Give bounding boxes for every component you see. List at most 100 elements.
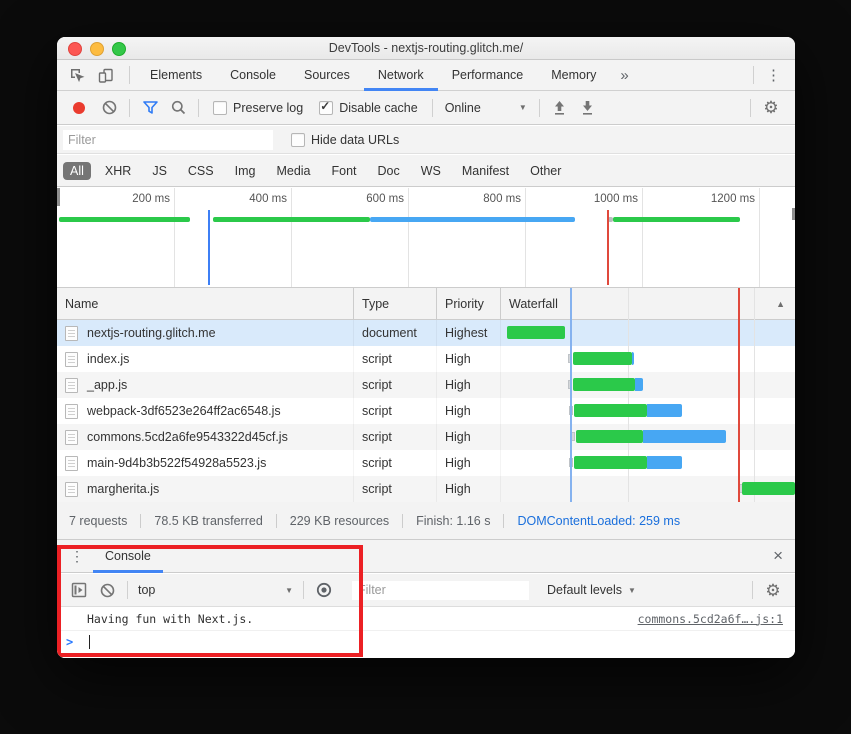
waterfall-queue-tick — [569, 406, 573, 415]
type-filter-other[interactable]: Other — [523, 162, 568, 180]
network-overview-timeline[interactable]: 200 ms400 ms600 ms800 ms1000 ms1200 ms — [57, 188, 795, 288]
console-messages: Having fun with Next.js. commons.5cd2a6f… — [57, 607, 795, 658]
traffic-lights — [68, 42, 126, 56]
window-title: DevTools - nextjs-routing.glitch.me/ — [329, 41, 524, 55]
resources-size: 229 KB resources — [277, 514, 403, 528]
column-header-name[interactable]: Name — [57, 288, 354, 319]
type-filter-font[interactable]: Font — [325, 162, 364, 180]
tab-performance[interactable]: Performance — [438, 60, 538, 91]
throttling-dropdown[interactable]: Online ▼ — [445, 101, 527, 115]
request-type: script — [354, 398, 437, 424]
request-priority: High — [437, 450, 501, 476]
network-filter-input[interactable] — [63, 130, 273, 150]
column-header-type[interactable]: Type — [354, 288, 437, 319]
devtools-tabs: ElementsConsoleSourcesNetworkPerformance… — [136, 60, 610, 91]
file-icon — [65, 326, 78, 341]
filter-funnel-icon[interactable] — [139, 97, 161, 119]
file-icon — [65, 378, 78, 393]
waterfall-blue-bar — [632, 352, 634, 365]
console-filter-input[interactable] — [352, 581, 529, 600]
overview-left-handle[interactable] — [57, 188, 60, 206]
overview-right-handle[interactable] — [792, 208, 795, 220]
type-filter-manifest[interactable]: Manifest — [455, 162, 516, 180]
close-window-button[interactable] — [68, 42, 82, 56]
preserve-log-checkbox[interactable]: Preserve log — [213, 101, 303, 115]
chevron-down-icon: ▼ — [519, 103, 527, 112]
request-priority: High — [437, 424, 501, 450]
type-filter-img[interactable]: Img — [228, 162, 263, 180]
waterfall-cell — [501, 424, 795, 450]
table-row[interactable]: margherita.jsscriptHigh — [57, 476, 795, 502]
drawer-menu-kebab-icon[interactable]: ⋮ — [57, 548, 93, 565]
chevron-down-icon: ▼ — [628, 586, 636, 595]
type-filter-all[interactable]: All — [63, 162, 91, 180]
waterfall-blue-bar — [647, 404, 682, 417]
type-filter-xhr[interactable]: XHR — [98, 162, 138, 180]
more-tabs-chevron[interactable]: » — [610, 67, 638, 84]
waterfall-blue-bar — [647, 456, 682, 469]
file-icon — [65, 456, 78, 471]
request-type-filters: All XHR JS CSS Img Media Font Doc WS Manifest Othe… — [57, 155, 795, 187]
type-filter-doc[interactable]: Doc — [371, 162, 407, 180]
request-name: commons.5cd2a6fe9543322d45cf.js — [87, 430, 288, 444]
table-row[interactable]: nextjs-routing.glitch.medocumentHighest — [57, 320, 795, 346]
table-row[interactable]: index.jsscriptHigh — [57, 346, 795, 372]
tab-network[interactable]: Network — [364, 60, 438, 91]
tab-console[interactable]: Console — [216, 60, 290, 91]
record-network-log-button[interactable] — [73, 102, 85, 114]
type-filter-ws[interactable]: WS — [414, 162, 448, 180]
main-menu-kebab-icon[interactable]: ⋮ — [760, 66, 787, 84]
clear-network-log-icon[interactable] — [98, 97, 120, 119]
column-header-waterfall[interactable]: Waterfall ▲ — [501, 288, 795, 319]
console-settings-gear-icon[interactable]: ⚙ — [762, 579, 784, 601]
zoom-window-button[interactable] — [112, 42, 126, 56]
table-row[interactable]: webpack-3df6523e264ff2ac6548.jsscriptHig… — [57, 398, 795, 424]
tab-elements[interactable]: Elements — [136, 60, 216, 91]
file-icon — [65, 404, 78, 419]
tab-sources[interactable]: Sources — [290, 60, 364, 91]
table-row[interactable]: _app.jsscriptHigh — [57, 372, 795, 398]
waterfall-cell — [501, 398, 795, 424]
console-sidebar-toggle-icon[interactable] — [68, 579, 90, 601]
type-filter-css[interactable]: CSS — [181, 162, 221, 180]
network-settings-gear-icon[interactable]: ⚙ — [760, 97, 782, 119]
type-filter-js[interactable]: JS — [145, 162, 174, 180]
inspect-element-icon[interactable] — [67, 65, 87, 85]
export-har-icon[interactable] — [577, 97, 599, 119]
devtools-window: DevTools - nextjs-routing.glitch.me/ Ele… — [57, 37, 795, 658]
disable-cache-checkbox[interactable]: Disable cache — [319, 101, 418, 115]
clear-console-icon[interactable] — [96, 579, 118, 601]
tab-console-drawer[interactable]: Console — [93, 540, 163, 573]
column-header-priority[interactable]: Priority — [437, 288, 501, 319]
device-toolbar-icon[interactable] — [95, 65, 115, 85]
checkbox-box[interactable] — [319, 101, 333, 115]
table-row[interactable]: main-9d4b3b522f54928a5523.jsscriptHigh — [57, 450, 795, 476]
divider — [750, 99, 751, 117]
checkbox-box[interactable] — [291, 133, 305, 147]
timeline-tick-label: 400 ms — [211, 193, 287, 205]
console-message-row: Having fun with Next.js. commons.5cd2a6f… — [57, 607, 795, 631]
log-levels-dropdown[interactable]: Default levels ▼ — [547, 583, 636, 597]
request-name: webpack-3df6523e264ff2ac6548.js — [87, 404, 281, 418]
file-icon — [65, 430, 78, 445]
tab-memory[interactable]: Memory — [537, 60, 610, 91]
type-filter-media[interactable]: Media — [269, 162, 317, 180]
waterfall-queue-tick — [569, 458, 573, 467]
checkbox-box[interactable] — [213, 101, 227, 115]
console-message-source-link[interactable]: commons.5cd2a6f….js:1 — [638, 612, 783, 626]
table-row[interactable]: commons.5cd2a6fe9543322d45cf.jsscriptHig… — [57, 424, 795, 450]
hide-data-urls-checkbox[interactable]: Hide data URLs — [291, 133, 399, 147]
minimize-window-button[interactable] — [90, 42, 104, 56]
request-table-body: nextjs-routing.glitch.medocumentHighesti… — [57, 320, 795, 502]
console-prompt[interactable]: > — [57, 631, 795, 653]
search-icon[interactable] — [167, 97, 189, 119]
javascript-context-dropdown[interactable]: top ▼ — [138, 583, 293, 597]
live-expression-eye-icon[interactable] — [313, 579, 335, 601]
dom-content-loaded-time: DOMContentLoaded: 259 ms — [504, 514, 693, 528]
overview-activity-bar — [59, 217, 190, 222]
request-name-cell: _app.js — [57, 372, 354, 398]
import-har-icon[interactable] — [549, 97, 571, 119]
divider — [129, 66, 130, 84]
close-drawer-icon[interactable]: × — [773, 546, 783, 566]
divider — [303, 581, 304, 599]
